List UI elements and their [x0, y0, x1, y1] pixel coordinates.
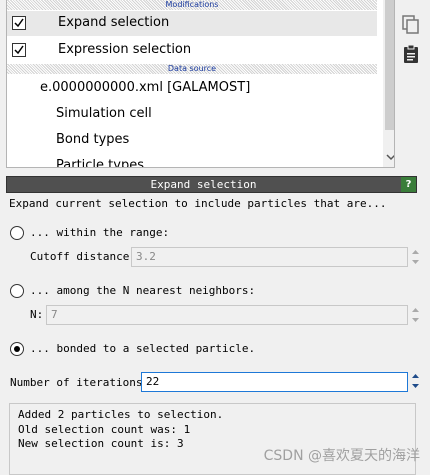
help-button[interactable]: ?: [401, 177, 416, 192]
tree-item-simulation-cell[interactable]: Simulation cell: [56, 106, 152, 121]
radio-within-range-label: ... within the range:: [30, 226, 170, 239]
vertical-scrollbar[interactable]: [383, 0, 395, 167]
n-field[interactable]: 7: [46, 305, 408, 325]
tree-item-bond-types[interactable]: Bond types: [56, 132, 129, 147]
panel-titlebar: Expand selection ?: [6, 176, 417, 193]
tree-item-particle-types[interactable]: Particle types: [56, 158, 144, 167]
n-spinner[interactable]: [410, 305, 421, 325]
checkbox[interactable]: [12, 16, 26, 30]
spin-up-arrow-icon[interactable]: [410, 247, 421, 257]
n-label: N:: [30, 308, 44, 321]
iterations-label: Number of iterations:: [10, 376, 150, 389]
radio-bonded[interactable]: [10, 342, 24, 356]
iterations-value: 22: [146, 375, 160, 388]
panel-description: Expand current selection to include part…: [9, 197, 387, 210]
modifier-label: Expression selection: [58, 42, 192, 57]
scrollbar-thumb[interactable]: [385, 0, 394, 130]
modifications-header: Modifications: [7, 0, 377, 10]
spin-up-arrow-icon[interactable]: [410, 305, 421, 315]
panel-title: Expand selection: [150, 178, 257, 191]
status-line: Old selection count was: 1: [18, 423, 191, 436]
cutoff-spinner[interactable]: [410, 247, 421, 267]
cutoff-distance-field[interactable]: 3.2: [131, 247, 408, 267]
scroll-down-arrow-icon[interactable]: [386, 152, 395, 162]
radio-nearest-neighbors[interactable]: [10, 284, 24, 298]
modifier-expand-selection[interactable]: Expand selection: [7, 11, 377, 36]
clipboard-icon[interactable]: [403, 44, 419, 64]
spin-down-arrow-icon[interactable]: [410, 315, 421, 325]
watermark: CSDN @喜欢夏天的海洋: [263, 448, 420, 464]
source-file-item[interactable]: e.0000000000.xml [GALAMOST]: [40, 80, 250, 95]
data-source-header: Data source: [7, 64, 377, 74]
n-value: 7: [51, 308, 58, 321]
cutoff-distance-value: 3.2: [136, 250, 156, 263]
cutoff-distance-label: Cutoff distance:: [30, 250, 136, 263]
status-line: Added 2 particles to selection.: [18, 408, 224, 421]
modifier-label: Expand selection: [58, 15, 170, 30]
iterations-field[interactable]: 22: [141, 372, 408, 392]
radio-bonded-label: ... bonded to a selected particle.: [30, 342, 256, 355]
status-line: New selection count is: 3: [18, 437, 184, 450]
spin-up-arrow-icon[interactable]: [410, 371, 421, 381]
radio-within-range[interactable]: [10, 226, 24, 240]
spin-down-arrow-icon[interactable]: [410, 257, 421, 267]
copy-icon[interactable]: [402, 15, 420, 35]
checkbox[interactable]: [12, 43, 26, 57]
spin-down-arrow-icon[interactable]: [410, 381, 421, 391]
radio-nearest-neighbors-label: ... among the N nearest neighbors:: [30, 284, 256, 297]
pipeline-panel: Modifications Expand selection Expressio…: [6, 0, 395, 168]
iterations-spinner[interactable]: [410, 371, 421, 391]
modifier-expression-selection[interactable]: Expression selection: [7, 38, 377, 63]
